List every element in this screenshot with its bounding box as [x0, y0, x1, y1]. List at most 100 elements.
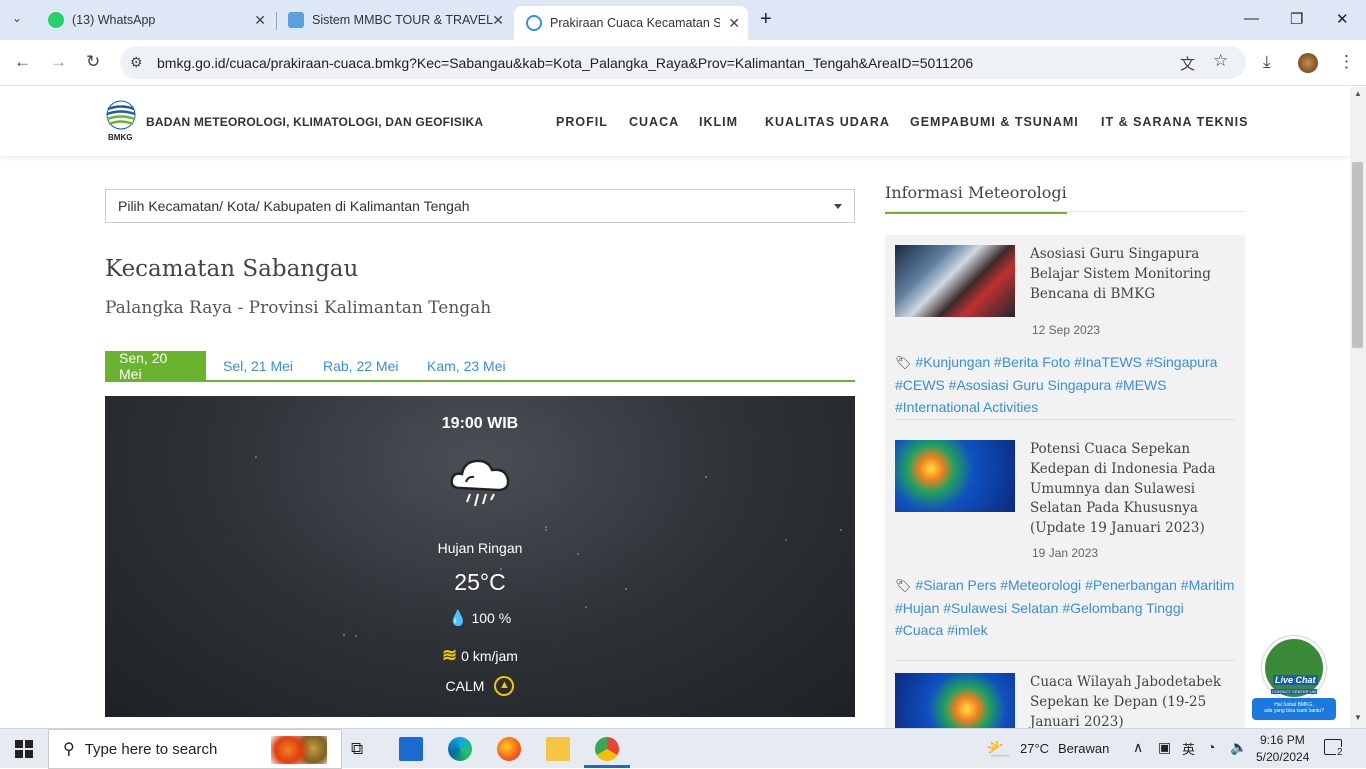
- location-select[interactable]: Pilih Kecamatan/ Kota/ Kabupaten di Kali…: [105, 189, 855, 223]
- tag-list[interactable]: #Kunjungan #Berita Foto #InaTEWS #Singap…: [895, 354, 1217, 415]
- taskbar-weather-temp[interactable]: 27°C: [1020, 741, 1049, 756]
- taskbar-weather-desc[interactable]: Berawan: [1058, 741, 1109, 756]
- humidity-drop-icon: 💧: [448, 610, 468, 627]
- browser-tab-strip: ⌄ (13) WhatsApp ✕ Sistem MMBC TOUR & TRA…: [0, 0, 1366, 40]
- tab-whatsapp[interactable]: (13) WhatsApp ✕: [36, 4, 274, 36]
- new-tab-button[interactable]: +: [760, 8, 772, 31]
- brand-name[interactable]: BADAN METEOROLOGI, KLIMATOLOGI, DAN GEOF…: [146, 115, 483, 129]
- browser-toolbar: ← → ↻ ⚙ bmkg.go.id/cuaca/prakiraan-cuaca…: [0, 40, 1366, 86]
- rain-cloud-icon: [450, 459, 510, 507]
- clock-date[interactable]: 5/20/2024: [1256, 750, 1309, 764]
- news-thumbnail[interactable]: [895, 673, 1015, 728]
- tab-day-1[interactable]: Sen, 20 Mei: [105, 350, 206, 382]
- page-scrollbar[interactable]: ▲ ▼: [1350, 87, 1366, 728]
- news-thumbnail[interactable]: [895, 440, 1015, 512]
- mail-icon[interactable]: [399, 737, 423, 761]
- nav-kualitas-udara[interactable]: KUALITAS UDARA: [765, 115, 890, 129]
- live-chat-bubble[interactable]: Hai Sobat BMKG, ada yang bisa kami bantu…: [1252, 698, 1336, 720]
- edge-icon[interactable]: [448, 737, 472, 761]
- profile-avatar[interactable]: [1298, 53, 1318, 73]
- forecast-time: 19:00 WIB: [441, 415, 519, 432]
- close-tab-icon[interactable]: ✕: [254, 12, 266, 29]
- wifi-icon[interactable]: ◔: [1207, 739, 1215, 755]
- news-list: Asosiasi Guru Singapura Belajar Sistem M…: [885, 235, 1245, 728]
- chrome-icon[interactable]: [595, 737, 619, 761]
- logo-text: BMKG: [108, 133, 133, 142]
- scroll-up-icon[interactable]: ▲: [1354, 89, 1362, 98]
- weather-cloud-icon[interactable]: ⛅: [986, 737, 1011, 762]
- close-tab-icon[interactable]: ✕: [728, 15, 740, 32]
- download-icon[interactable]: ⤓: [1263, 52, 1271, 72]
- clock-time[interactable]: 9:16 PM: [1260, 733, 1305, 747]
- forward-icon[interactable]: →: [50, 52, 67, 72]
- wind-icon: ≋: [442, 645, 458, 665]
- tab-bmkg[interactable]: Prakiraan Cuaca Kecamatan Sab ✕: [514, 6, 748, 40]
- forecast-card: 19:00 WIB Hujan Ringan 25°C 💧 100 % ≋ 0 …: [105, 396, 855, 717]
- site-header: BMKG BADAN METEOROLOGI, KLIMATOLOGI, DAN…: [0, 87, 1350, 156]
- nav-profil[interactable]: PROFIL: [556, 115, 608, 129]
- compass-icon: ▲: [494, 676, 515, 696]
- news-tags[interactable]: 🏷 #Siaran Pers #Meteorologi #Penerbangan…: [895, 574, 1235, 641]
- file-explorer-icon[interactable]: [546, 737, 570, 761]
- reload-icon[interactable]: ↻: [86, 52, 100, 72]
- minimize-icon[interactable]: —: [1244, 10, 1259, 27]
- scroll-thumb[interactable]: [1352, 162, 1363, 348]
- news-divider: [895, 660, 1235, 661]
- nav-gempabumi[interactable]: GEMPABUMI & TSUNAMI: [910, 115, 1079, 129]
- close-tab-icon[interactable]: ✕: [492, 12, 504, 29]
- windows-start-icon[interactable]: [15, 740, 33, 758]
- news-title[interactable]: Asosiasi Guru Singapura Belajar Sistem M…: [1030, 245, 1235, 304]
- tab-day-2[interactable]: Sel, 21 Mei: [209, 351, 307, 380]
- sidebar-title-rule: [885, 211, 1245, 212]
- input-method-icon[interactable]: 英: [1182, 739, 1195, 758]
- tab-mmbc[interactable]: Sistem MMBC TOUR & TRAVEL ✕: [276, 4, 512, 36]
- page-title: Kecamatan Sabangau: [105, 256, 359, 282]
- tab-label: Sistem MMBC TOUR & TRAVEL: [312, 13, 494, 27]
- news-title[interactable]: Cuaca Wilayah Jabodetabek Sepekan ke Dep…: [1030, 673, 1235, 728]
- tab-label: (13) WhatsApp: [72, 13, 156, 27]
- restore-icon[interactable]: ❐: [1290, 10, 1303, 28]
- wind-row: ≋ 0 km/jam: [105, 645, 855, 666]
- address-bar[interactable]: ⚙ bmkg.go.id/cuaca/prakiraan-cuaca.bmkg?…: [120, 46, 1246, 79]
- back-icon[interactable]: ←: [14, 52, 31, 72]
- news-title[interactable]: Potensi Cuaca Sepekan Kedepan di Indones…: [1030, 440, 1235, 539]
- news-thumbnail[interactable]: [895, 245, 1015, 317]
- day-tabs: Sen, 20 Mei Sel, 21 Mei Rab, 22 Mei Kam,…: [105, 350, 855, 382]
- globe-icon: [288, 12, 304, 28]
- volume-icon[interactable]: 🔈: [1230, 739, 1247, 756]
- news-tags[interactable]: 🏷 #Kunjungan #Berita Foto #InaTEWS #Sing…: [895, 351, 1235, 418]
- page-subtitle: Palangka Raya - Provinsi Kalimantan Teng…: [105, 298, 492, 318]
- wind-direction: CALM: [445, 678, 485, 694]
- sidebar-title: Informasi Meteorologi: [885, 183, 1067, 214]
- tab-search-icon[interactable]: ⌄: [12, 11, 22, 25]
- scroll-down-icon[interactable]: ▼: [1354, 713, 1362, 722]
- translate-icon[interactable]: 文: [1180, 53, 1195, 74]
- close-window-icon[interactable]: ✕: [1336, 10, 1349, 28]
- notification-count: 2: [1336, 747, 1344, 758]
- tag-list[interactable]: #Siaran Pers #Meteorologi #Penerbangan #…: [895, 577, 1234, 638]
- live-chat-badge[interactable]: Live Chat CONTACT CENTER 196: [1262, 636, 1326, 700]
- taskbar-search[interactable]: ⚲ Type here to search: [48, 729, 342, 769]
- humidity-row: 💧 100 %: [105, 609, 855, 627]
- forecast-description: Hujan Ringan: [437, 540, 523, 556]
- task-view-icon[interactable]: ⧉: [351, 739, 363, 759]
- nav-iklim[interactable]: IKLIM: [699, 115, 738, 129]
- nav-it-sarana[interactable]: IT & SARANA TEKNIS: [1101, 115, 1248, 129]
- tag-icon: 🏷: [895, 578, 912, 593]
- tag-icon: 🏷: [895, 355, 912, 370]
- site-info-icon[interactable]: ⚙: [130, 54, 143, 71]
- tab-day-3[interactable]: Rab, 22 Mei: [309, 351, 412, 380]
- live-chat-widget[interactable]: Live Chat CONTACT CENTER 196 Hai Sobat B…: [1252, 636, 1336, 720]
- windows-taskbar: ⚲ Type here to search ⧉ ⛅ 27°C Berawan ∧…: [0, 728, 1366, 769]
- tab-day-4[interactable]: Kam, 23 Mei: [413, 351, 520, 380]
- meet-now-icon[interactable]: ▣: [1158, 739, 1171, 756]
- nav-cuaca[interactable]: CUACA: [629, 115, 679, 129]
- menu-icon[interactable]: ⋮: [1338, 52, 1355, 72]
- tray-chevron-icon[interactable]: ∧: [1133, 739, 1143, 756]
- whatsapp-icon: [48, 12, 64, 28]
- select-label: Pilih Kecamatan/ Kota/ Kabupaten di Kali…: [118, 198, 470, 214]
- tab-label: Prakiraan Cuaca Kecamatan Sab: [550, 16, 720, 30]
- bookmark-star-icon[interactable]: ☆: [1213, 51, 1228, 71]
- news-divider: [895, 419, 1235, 420]
- firefox-icon[interactable]: [497, 737, 521, 761]
